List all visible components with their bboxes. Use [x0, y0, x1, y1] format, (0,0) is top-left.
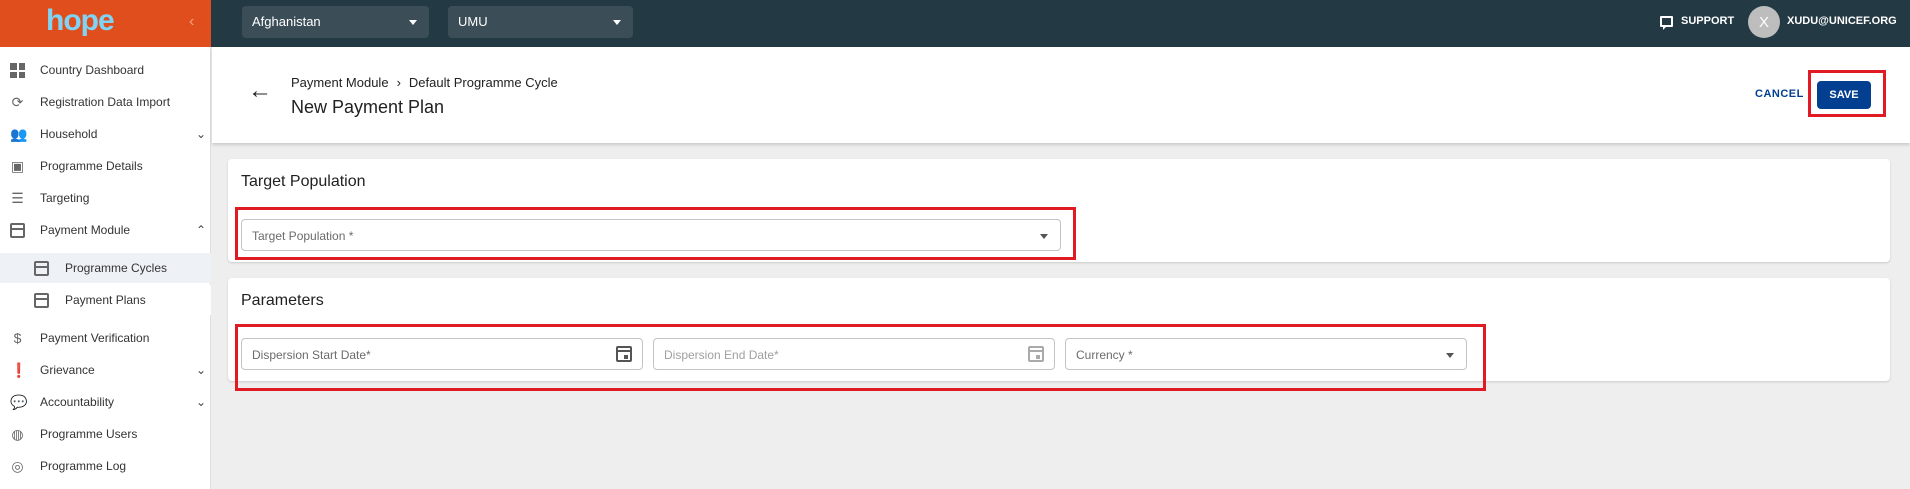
sidebar-item-label: Accountability: [40, 395, 115, 409]
list-icon: ☰: [11, 190, 24, 206]
sidebar-item-programme-log[interactable]: ◎ Programme Log: [0, 451, 211, 481]
support-link[interactable]: SUPPORT: [1660, 15, 1735, 30]
avatar[interactable]: X: [1748, 6, 1780, 38]
breadcrumb: Payment Module › Default Programme Cycle: [291, 75, 558, 90]
feedback-icon: ❗: [10, 362, 28, 378]
sidebar-item-household[interactable]: 👥 Household ⌄: [0, 119, 211, 149]
breadcrumb-programme-cycle[interactable]: Default Programme Cycle: [409, 75, 558, 90]
sidebar-item-grievance[interactable]: ❗ Grievance ⌄: [0, 355, 211, 385]
country-select-value: Afghanistan: [252, 14, 321, 29]
clipboard-icon: ▣: [10, 158, 25, 174]
chevron-down-icon: ⌄: [196, 127, 207, 141]
dollar-icon: $: [13, 330, 22, 346]
globe-icon: ◍: [11, 426, 24, 442]
highlight-target-population: [235, 207, 1076, 260]
sidebar-item-payment-verification[interactable]: $ Payment Verification: [0, 323, 211, 353]
sidebar-item-programme-details[interactable]: ▣ Programme Details: [0, 151, 211, 181]
forum-icon: 💬: [10, 394, 28, 410]
sidebar-item-label: Payment Module: [40, 223, 131, 237]
programme-select[interactable]: UMU: [448, 6, 633, 38]
sidebar: Country Dashboard ⟳ Registration Data Im…: [0, 47, 211, 489]
panel-title: Parameters: [241, 292, 324, 309]
country-select[interactable]: Afghanistan: [242, 6, 429, 38]
cancel-button[interactable]: CANCEL: [1755, 88, 1804, 100]
logo-area: hope ‹: [0, 0, 211, 47]
sidebar-item-label: Programme Log: [40, 459, 127, 473]
credit-card-icon: [34, 293, 49, 308]
chat-icon: [1660, 15, 1673, 30]
credit-card-icon: [10, 223, 25, 238]
support-label: SUPPORT: [1681, 15, 1735, 27]
sidebar-item-programme-cycles[interactable]: Programme Cycles: [0, 253, 211, 283]
credit-card-icon: [34, 261, 49, 276]
sidebar-item-programme-users[interactable]: ◍ Programme Users: [0, 419, 211, 449]
sidebar-item-label: Registration Data Import: [40, 95, 171, 109]
sidebar-item-label: Payment Plans: [65, 293, 146, 307]
programme-select-value: UMU: [458, 14, 488, 29]
hope-logo[interactable]: hope: [46, 4, 115, 38]
caret-down-icon: [613, 20, 621, 25]
collapse-sidebar-icon[interactable]: ‹: [189, 13, 194, 31]
sidebar-item-accountability[interactable]: 💬 Accountability ⌄: [0, 387, 211, 417]
sync-icon: ⟳: [11, 94, 24, 110]
sidebar-item-label: Targeting: [40, 191, 90, 205]
chevron-up-icon: ⌃: [196, 223, 207, 237]
people-icon: 👥: [10, 126, 28, 142]
back-arrow-icon[interactable]: ←: [248, 77, 272, 105]
sidebar-item-targeting[interactable]: ☰ Targeting: [0, 183, 211, 213]
sidebar-item-label: Payment Verification: [40, 331, 150, 345]
chevron-down-icon: ⌄: [196, 395, 207, 409]
radar-icon: ◎: [11, 458, 24, 474]
user-email[interactable]: XUDU@UNICEF.ORG: [1787, 15, 1897, 27]
page-title: New Payment Plan: [291, 97, 445, 117]
sidebar-item-label: Programme Cycles: [65, 261, 168, 275]
sidebar-item-label: Programme Details: [40, 159, 143, 173]
panel-title: Target Population: [241, 173, 366, 190]
caret-down-icon: [409, 20, 417, 25]
sidebar-item-label: Country Dashboard: [40, 63, 145, 77]
sidebar-item-registration-data-import[interactable]: ⟳ Registration Data Import: [0, 87, 211, 117]
dashboard-icon: [10, 63, 25, 78]
top-bar: hope ‹ Afghanistan UMU SUPPORT X XUDU@UN…: [0, 0, 1910, 47]
chevron-right-icon: ›: [396, 75, 401, 90]
page-header: ← Payment Module › Default Programme Cyc…: [212, 47, 1910, 143]
sidebar-item-payment-plans[interactable]: Payment Plans: [0, 285, 211, 315]
sidebar-item-label: Grievance: [40, 363, 95, 377]
breadcrumb-payment-module[interactable]: Payment Module: [291, 75, 389, 90]
sidebar-item-label: Programme Users: [40, 427, 138, 441]
highlight-save-button: [1808, 70, 1886, 117]
highlight-parameters: [235, 324, 1486, 391]
chevron-down-icon: ⌄: [196, 363, 207, 377]
sidebar-item-payment-module[interactable]: Payment Module ⌃: [0, 215, 211, 245]
sidebar-item-label: Household: [40, 127, 98, 141]
sidebar-item-country-dashboard[interactable]: Country Dashboard: [0, 55, 211, 85]
